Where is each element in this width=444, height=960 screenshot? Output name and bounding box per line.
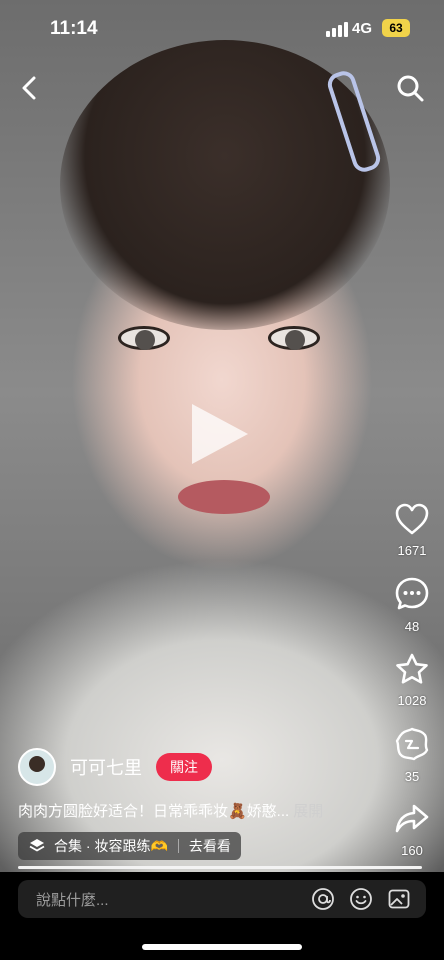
repost-count: 35 [404,769,420,784]
status-bar: 11:14 4G 63 [0,0,444,56]
comment-input[interactable]: 說點什麼... [18,889,308,910]
network-label: 4G [352,20,373,37]
video-progress-bar[interactable] [18,866,422,869]
comment-count: 48 [404,619,420,634]
video-frame-eye-right [268,326,320,350]
heart-icon [395,503,429,535]
back-button[interactable] [16,74,44,102]
search-icon [397,75,424,102]
battery-icon: 63 [382,19,410,37]
avatar[interactable] [18,748,56,786]
author-row: 可可七里 關注 [18,748,212,786]
play-icon[interactable] [192,404,248,464]
video-frame-lips [178,480,270,514]
divider [177,839,179,853]
layers-icon [29,839,45,852]
favorite-count: 1028 [397,693,427,708]
caption[interactable]: 肉肉方圆脸好适合！日常乖乖妆🧸娇憨... 展開 [18,800,323,821]
search-button[interactable] [394,72,426,104]
status-time: 11:14 [50,18,98,39]
repost-icon [395,727,429,761]
repost-button[interactable]: 35 [386,726,438,784]
share-icon [395,804,429,833]
like-button[interactable]: 1671 [386,502,438,558]
favorite-button[interactable]: 1028 [386,652,438,708]
share-button[interactable]: 160 [386,802,438,858]
comment-bar: 說點什麼... [18,880,426,918]
star-icon [396,653,428,684]
like-count: 1671 [397,543,427,558]
share-count: 160 [401,843,423,858]
collection-chip[interactable]: 合集 · 妆容跟练🫶 去看看 [18,832,241,860]
author-name[interactable]: 可可七里 [70,754,142,780]
chevron-left-icon [22,76,36,100]
follow-button[interactable]: 關注 [156,753,212,781]
at-icon [312,888,334,910]
comment-button[interactable]: 48 [386,576,438,634]
caption-text: 肉肉方圆脸好适合！日常乖乖妆🧸娇憨... [18,803,290,820]
emoji-icon [350,888,372,910]
mention-button[interactable] [308,884,338,914]
image-button[interactable] [384,884,414,914]
collection-action[interactable]: 去看看 [189,836,231,856]
home-indicator[interactable] [142,944,302,950]
comment-icon [395,577,429,610]
video-player[interactable] [0,0,444,872]
emoji-button[interactable] [346,884,376,914]
signal-icon [326,22,348,37]
image-icon [388,889,410,909]
collection-label: 合集 · 妆容跟练🫶 [54,838,168,854]
expand-link[interactable]: 展開 [293,803,323,820]
video-frame-eye-left [118,326,170,350]
